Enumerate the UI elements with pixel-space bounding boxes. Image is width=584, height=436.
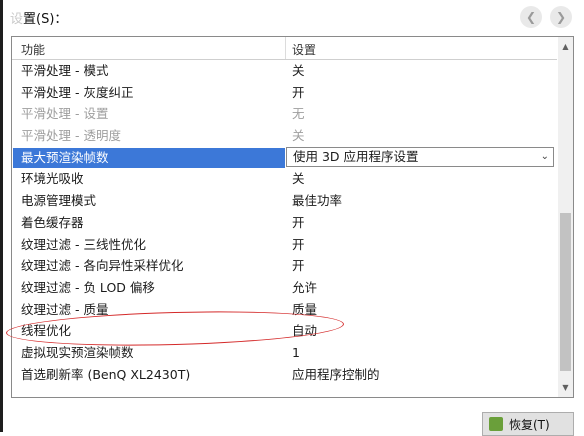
feature-name: 电源管理模式: [21, 193, 97, 209]
scroll-down-arrow-icon[interactable]: ▼: [558, 380, 573, 395]
setting-dropdown[interactable]: 使用 3D 应用程序设置 ⌄: [286, 146, 554, 167]
table-row[interactable]: 纹理过滤 - 负 LOD 偏移 允许: [12, 277, 557, 299]
setting-value: 1: [292, 344, 300, 360]
setting-value: 允许: [292, 279, 318, 295]
feature-name: 纹理过滤 - 三线性优化: [21, 236, 146, 252]
table-header: 功能 设置: [12, 37, 557, 60]
feature-name: 最大预渲染帧数: [21, 149, 109, 165]
scroll-thumb[interactable]: [560, 213, 571, 371]
blurred-glyph: 设: [10, 12, 24, 27]
settings-label-text: 置(S)：: [23, 12, 68, 27]
setting-value: 关: [292, 171, 305, 187]
column-header-feature[interactable]: 功能: [21, 41, 45, 58]
table-row[interactable]: 着色缓存器 开: [12, 212, 557, 234]
feature-name: 平滑处理 - 设置: [21, 106, 109, 122]
column-divider[interactable]: [285, 37, 286, 59]
table-row[interactable]: 平滑处理 - 灰度纠正 开: [12, 82, 557, 104]
feature-name: 平滑处理 - 透明度: [21, 128, 121, 144]
chevron-down-icon[interactable]: ⌄: [541, 147, 549, 167]
table-row[interactable]: 虚拟现实预渲染帧数 1: [12, 342, 557, 364]
feature-name: 平滑处理 - 灰度纠正: [21, 84, 134, 100]
table-row[interactable]: 纹理过滤 - 各向异性采样优化 开: [12, 255, 557, 277]
setting-value: 应用程序控制的: [292, 366, 380, 382]
forward-button[interactable]: ❯: [550, 6, 572, 28]
left-edge-shadow: [0, 0, 3, 432]
setting-value: 使用 3D 应用程序设置: [293, 148, 419, 164]
vertical-scrollbar[interactable]: ▲ ▼: [558, 37, 573, 397]
chevron-right-icon: ❯: [555, 10, 567, 24]
setting-value: 关: [292, 63, 305, 78]
restore-button[interactable]: 恢复(T): [482, 412, 574, 436]
feature-name: 着色缓存器: [21, 214, 84, 230]
settings-label: 设置(S)：: [10, 8, 67, 27]
setting-value: 开: [292, 84, 305, 100]
feature-name: 首选刷新率 (BenQ XL2430T): [21, 366, 191, 382]
table-row[interactable]: 最大预渲染帧数 使用 3D 应用程序设置 ⌄: [12, 146, 557, 169]
feature-name: 纹理过滤 - 各向异性采样优化: [21, 258, 184, 274]
setting-value: 无: [292, 106, 305, 122]
table-row[interactable]: 首选刷新率 (BenQ XL2430T) 应用程序控制的: [12, 364, 557, 386]
feature-name: 环境光吸收: [21, 171, 84, 187]
setting-value: 关: [292, 128, 305, 144]
restore-button-label: 恢复(T): [509, 418, 550, 432]
setting-value: 开: [292, 214, 305, 230]
table-row[interactable]: 平滑处理 - 设置 无: [12, 103, 557, 125]
chevron-left-icon: ❮: [525, 10, 537, 24]
setting-value: 开: [292, 258, 305, 274]
table-row[interactable]: 平滑处理 - 透明度 关: [12, 125, 557, 147]
column-header-setting[interactable]: 设置: [292, 41, 316, 58]
setting-value: 开: [292, 236, 305, 252]
table-row[interactable]: 环境光吸收 关: [12, 168, 557, 190]
back-button[interactable]: ❮: [520, 6, 542, 28]
table-row[interactable]: 平滑处理 - 模式 关: [12, 60, 557, 82]
feature-name: 纹理过滤 - 负 LOD 偏移: [21, 279, 155, 295]
feature-name: 平滑处理 - 模式: [21, 63, 109, 78]
scroll-up-arrow-icon[interactable]: ▲: [558, 39, 573, 54]
setting-value: 最佳功率: [292, 193, 343, 209]
restore-icon: [489, 417, 503, 431]
table-row[interactable]: 纹理过滤 - 三线性优化 开: [12, 234, 557, 256]
table-row[interactable]: 电源管理模式 最佳功率: [12, 190, 557, 212]
